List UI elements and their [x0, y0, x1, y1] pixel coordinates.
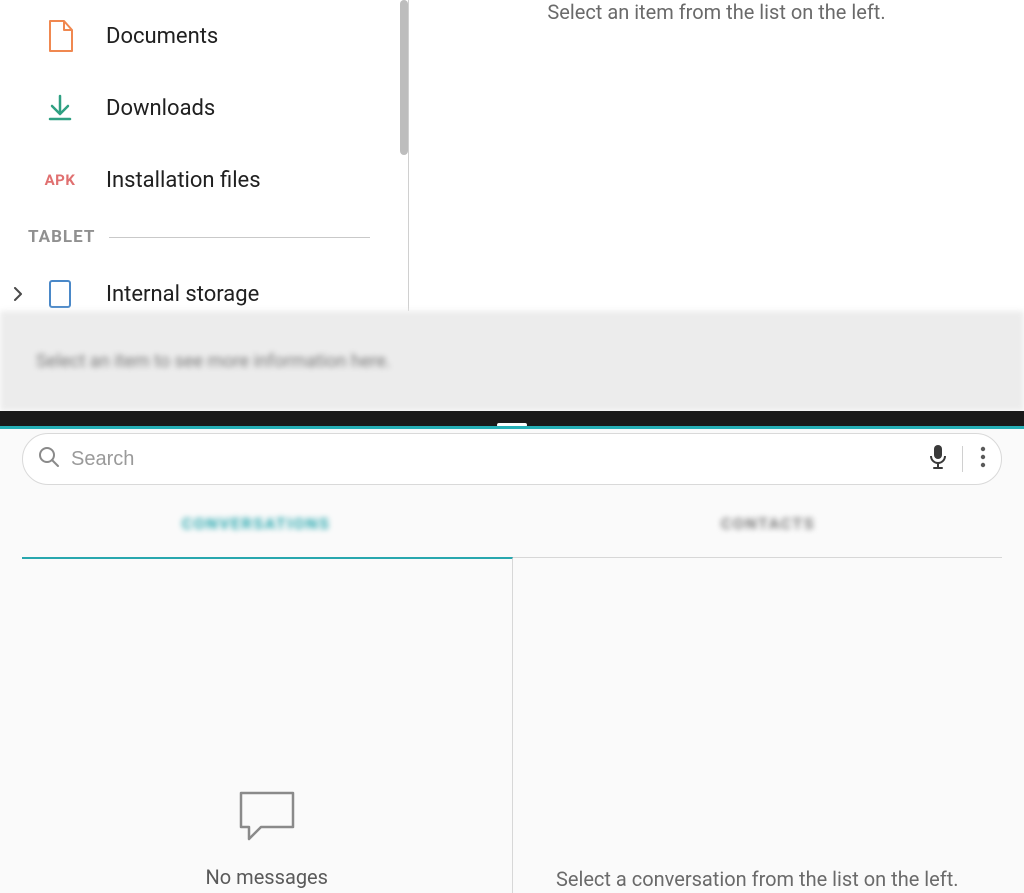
storage-icon — [40, 279, 80, 309]
divider — [109, 237, 370, 238]
conversation-prompt: Select a conversation from the list on t… — [556, 867, 959, 891]
info-bar-text: Select an item to see more information h… — [36, 351, 391, 372]
file-manager-app: Documents Downloads APK — [0, 0, 1024, 411]
sidebar-section-tablet: TABLET — [0, 216, 398, 258]
tab-label: CONVERSATIONS — [182, 514, 330, 533]
search-input[interactable] — [71, 448, 922, 471]
file-manager-sidebar[interactable]: Documents Downloads APK — [0, 0, 409, 311]
scrollbar-thumb[interactable] — [400, 0, 408, 155]
search-bar-container — [0, 429, 1024, 485]
tab-conversations[interactable]: CONVERSATIONS — [0, 489, 512, 557]
tab-contacts[interactable]: CONTACTS — [512, 489, 1024, 557]
sidebar-item-downloads[interactable]: Downloads — [0, 72, 398, 144]
messages-app: CONVERSATIONS CONTACTS No messages Selec… — [0, 426, 1024, 893]
apk-icon: APK — [40, 171, 80, 189]
search-icon[interactable] — [37, 445, 61, 473]
tab-label: CONTACTS — [721, 514, 815, 533]
detail-prompt: Select an item from the list on the left… — [547, 0, 885, 311]
more-icon[interactable] — [979, 445, 987, 473]
sidebar-item-label: Downloads — [106, 96, 215, 121]
sidebar-item-label: Internal storage — [106, 282, 259, 307]
tab-bar: CONVERSATIONS CONTACTS — [0, 489, 1024, 557]
split-screen-divider[interactable] — [0, 411, 1024, 426]
sidebar-item-internal-storage[interactable]: Internal storage — [0, 258, 398, 311]
empty-state-text: No messages — [206, 865, 328, 889]
sidebar-item-documents[interactable]: Documents — [0, 0, 398, 72]
download-icon — [40, 94, 80, 122]
chat-bubble-icon — [237, 789, 297, 847]
search-bar[interactable] — [22, 433, 1002, 485]
chevron-right-icon[interactable] — [10, 286, 26, 302]
divider — [962, 446, 963, 472]
file-manager-main: Documents Downloads APK — [0, 0, 1024, 311]
conversation-list: No messages — [22, 557, 513, 893]
messages-body: No messages Select a conversation from t… — [22, 557, 1002, 893]
file-detail-pane: Select an item from the list on the left… — [409, 0, 1024, 311]
mic-icon[interactable] — [928, 444, 948, 474]
conversation-detail: Select a conversation from the list on t… — [513, 558, 1003, 893]
info-bar: Select an item to see more information h… — [0, 311, 1024, 411]
sidebar-item-installation-files[interactable]: APK Installation files — [0, 144, 398, 216]
sidebar-item-label: Documents — [106, 24, 218, 49]
sidebar-section-title: TABLET — [28, 227, 95, 247]
sidebar-item-label: Installation files — [106, 168, 261, 193]
document-icon — [40, 20, 80, 52]
